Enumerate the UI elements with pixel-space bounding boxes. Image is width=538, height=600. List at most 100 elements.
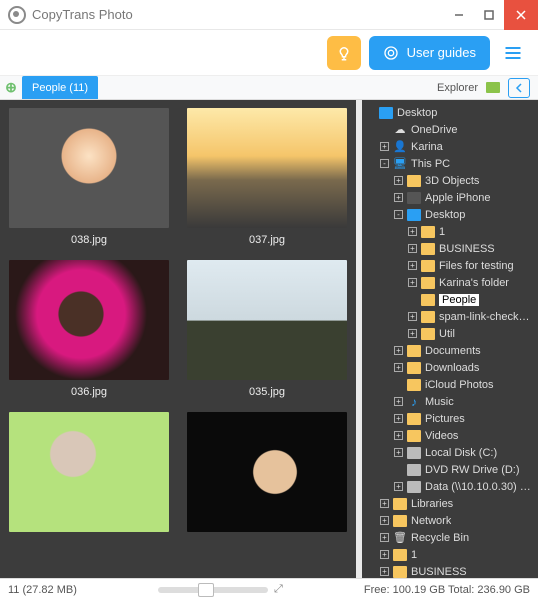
expand-icon[interactable]: + — [380, 567, 389, 576]
tree-node[interactable]: + Libraries — [364, 495, 536, 512]
photo-cell[interactable] — [182, 412, 352, 538]
title-bar: CopyTrans Photo — [0, 0, 538, 30]
tree-node[interactable]: +3D Objects — [364, 172, 536, 189]
fullscreen-icon[interactable]: ⤢ — [274, 583, 283, 596]
expand-icon[interactable]: + — [394, 448, 403, 457]
photo-thumbnail[interactable] — [187, 108, 347, 228]
photo-cell[interactable]: 037.jpg — [182, 108, 352, 246]
expand-icon[interactable]: + — [394, 193, 403, 202]
menu-button[interactable] — [498, 38, 528, 68]
tree-node-label: OneDrive — [411, 124, 457, 136]
photo-thumbnail[interactable] — [9, 108, 169, 228]
folder-icon — [421, 311, 435, 323]
tree-node-label: BUSINESS — [411, 566, 467, 578]
expand-icon[interactable]: + — [380, 142, 389, 151]
tree-node[interactable]: People — [364, 291, 536, 308]
tree-node[interactable]: +♪Music — [364, 393, 536, 410]
tree-node[interactable]: +Apple iPhone — [364, 189, 536, 206]
twisty-placeholder — [380, 125, 389, 134]
tree-node[interactable]: -Desktop — [364, 206, 536, 223]
tree-node[interactable]: ☁OneDrive — [364, 121, 536, 138]
tree-node[interactable]: + Pictures — [364, 410, 536, 427]
expand-icon[interactable]: + — [394, 176, 403, 185]
folder-tree[interactable]: Desktop☁OneDrive+👤Karina-🖥This PC+3D Obj… — [362, 100, 538, 578]
network-icon — [393, 515, 407, 527]
tree-node[interactable]: +1 — [364, 546, 536, 563]
expand-icon[interactable]: + — [394, 363, 403, 372]
tree-node[interactable]: DVD RW Drive (D:) — [364, 461, 536, 478]
photo-cell[interactable]: 038.jpg — [4, 108, 174, 246]
tree-node[interactable]: + Local Disk (C:) — [364, 444, 536, 461]
tree-node-label: iCloud Photos — [425, 379, 494, 391]
tree-node[interactable]: +🗑Recycle Bin — [364, 529, 536, 546]
explorer-label: Explorer — [437, 82, 478, 94]
collapse-icon[interactable]: - — [380, 159, 389, 168]
add-album-button[interactable]: ⊕ — [0, 79, 22, 96]
zoom-slider[interactable] — [158, 587, 268, 593]
close-button[interactable] — [504, 0, 538, 30]
expand-icon[interactable]: + — [408, 329, 417, 338]
expand-icon[interactable]: + — [394, 431, 403, 440]
tree-node[interactable]: +👤Karina — [364, 138, 536, 155]
folder-icon — [407, 413, 421, 425]
expand-icon[interactable]: + — [394, 397, 403, 406]
user-icon: 👤 — [393, 141, 407, 153]
tree-node[interactable]: + Data (\\10.10.0.30) (X:) — [364, 478, 536, 495]
photo-thumbnail[interactable] — [9, 412, 169, 532]
folder-icon — [407, 175, 421, 187]
expand-icon[interactable]: + — [380, 533, 389, 542]
tree-node[interactable]: +Videos — [364, 427, 536, 444]
tree-node-label: Local Disk (C:) — [425, 447, 497, 459]
tree-node[interactable]: + Downloads — [364, 359, 536, 376]
tree-node-label: Libraries — [411, 498, 453, 510]
photo-cell[interactable]: 035.jpg — [182, 260, 352, 398]
photo-gallery[interactable]: 038.jpg 037.jpg 036.jpg035.jpg — [0, 100, 356, 578]
tree-node[interactable]: +BUSINESS — [364, 240, 536, 257]
tree-node-label: Files for testing — [439, 260, 514, 272]
minimize-button[interactable] — [444, 0, 474, 30]
tree-node[interactable]: +Util — [364, 325, 536, 342]
tree-node[interactable]: +Karina's folder — [364, 274, 536, 291]
twisty-placeholder — [366, 108, 375, 117]
expand-icon[interactable]: + — [408, 261, 417, 270]
lifebuoy-icon — [383, 45, 399, 61]
expand-icon[interactable]: + — [394, 414, 403, 423]
tree-node[interactable]: + BUSINESS — [364, 563, 536, 578]
tree-node[interactable]: iCloud Photos — [364, 376, 536, 393]
expand-icon[interactable]: + — [394, 346, 403, 355]
photo-filename: 037.jpg — [249, 234, 285, 246]
tree-node[interactable]: +1 — [364, 223, 536, 240]
expand-icon[interactable]: + — [380, 499, 389, 508]
user-guides-button[interactable]: User guides — [369, 36, 490, 70]
collapse-icon[interactable]: - — [394, 210, 403, 219]
photo-cell[interactable]: 036.jpg — [4, 260, 174, 398]
tree-node-label: Downloads — [425, 362, 479, 374]
hint-button[interactable] — [327, 36, 361, 70]
desktop-icon — [407, 209, 421, 221]
tree-node[interactable]: +Network — [364, 512, 536, 529]
photo-thumbnail[interactable] — [187, 412, 347, 532]
expand-icon[interactable]: + — [380, 516, 389, 525]
maximize-button[interactable] — [474, 0, 504, 30]
main-area: 038.jpg 037.jpg 036.jpg035.jpg Desktop ☁One… — [0, 100, 538, 578]
expand-icon[interactable]: + — [394, 482, 403, 491]
tree-node-label: Pictures — [425, 413, 465, 425]
tree-node-label: Data (\\10.10.0.30) (X:) — [425, 481, 532, 493]
photo-thumbnail[interactable] — [187, 260, 347, 380]
tree-node[interactable]: +Documents — [364, 342, 536, 359]
tree-node[interactable]: + Files for testing — [364, 257, 536, 274]
tree-node[interactable]: +spam-link-check-v2.1 — [364, 308, 536, 325]
tree-node[interactable]: Desktop — [364, 104, 536, 121]
expand-icon[interactable]: + — [408, 244, 417, 253]
photo-cell[interactable] — [4, 412, 174, 538]
panel-toggle-button[interactable] — [508, 78, 530, 98]
expand-icon[interactable]: + — [408, 227, 417, 236]
expand-icon[interactable]: + — [408, 278, 417, 287]
expand-icon[interactable]: + — [408, 312, 417, 321]
tree-node[interactable]: -🖥This PC — [364, 155, 536, 172]
folder-icon — [393, 566, 407, 578]
tree-node-label: Desktop — [397, 107, 437, 119]
expand-icon[interactable]: + — [380, 550, 389, 559]
album-tab-people[interactable]: People (11) — [22, 76, 98, 99]
photo-thumbnail[interactable] — [9, 260, 169, 380]
